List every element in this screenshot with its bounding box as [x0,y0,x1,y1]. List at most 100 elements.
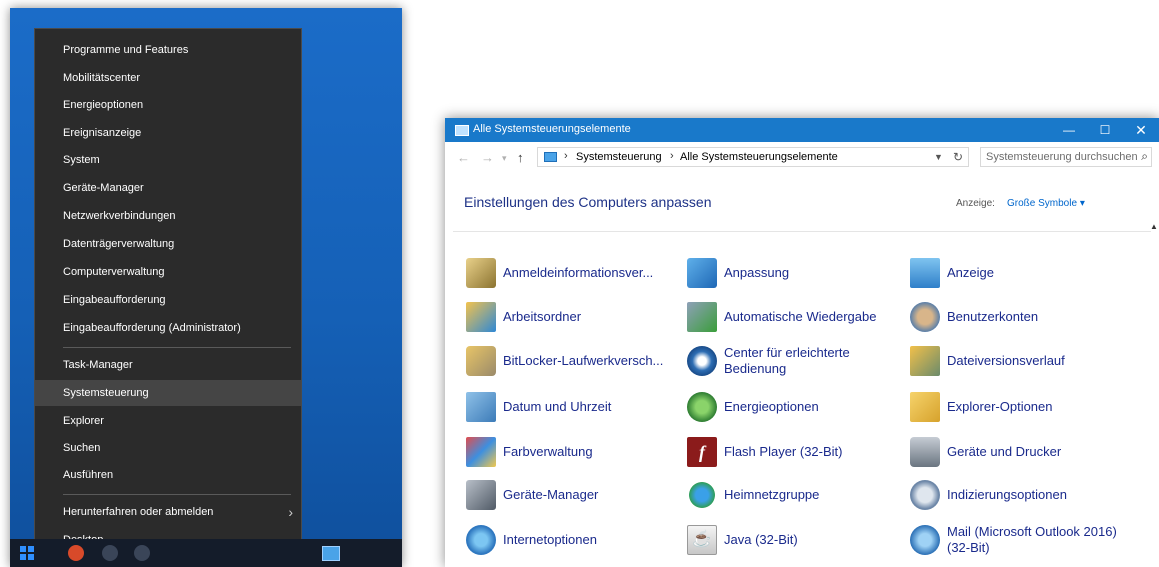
control-panel-item[interactable]: Indizierungsoptionen [910,476,1130,514]
scroll-up-arrow-icon[interactable]: ▲ [1149,222,1159,234]
control-panel-item[interactable]: Anpassung [687,254,907,292]
menu-item-device-manager[interactable]: Geräte-Manager [35,175,301,201]
control-panel-item[interactable]: Benutzerkonten [910,298,1130,336]
control-panel-item[interactable]: f Flash Player (32-Bit) [687,433,907,471]
control-panel-item-label: Geräte-Manager [503,487,599,502]
control-panel-item-label: Heimnetzgruppe [724,487,820,502]
control-panel-item[interactable]: Explorer-Optionen [910,388,1130,426]
breadcrumb-chevron-icon: › [564,150,568,162]
control-panel-item[interactable]: Automatische Wiedergabe [687,298,907,336]
menu-item-command-prompt-admin[interactable]: Eingabeaufforderung (Administrator) [35,315,301,341]
mail-icon [910,525,940,555]
menu-item-computer-management[interactable]: Computerverwaltung [35,259,301,285]
menu-item-command-prompt[interactable]: Eingabeaufforderung [35,287,301,313]
taskbar-app-icon[interactable] [134,545,150,561]
control-panel-item[interactable]: Geräte und Drucker [910,433,1130,471]
control-panel-item[interactable]: Anmeldeinformationsver... [466,254,686,292]
bitlocker-icon [466,346,496,376]
breadcrumb-control-panel[interactable]: Systemsteuerung [576,151,662,163]
menu-item-system[interactable]: System [35,147,301,173]
refresh-icon[interactable]: ↻ [953,150,963,164]
device-manager-icon [466,480,496,510]
window-title: Alle Systemsteuerungselemente [473,123,631,135]
ease-of-access-icon [687,346,717,376]
control-panel-item[interactable]: Heimnetzgruppe [687,476,907,514]
menu-item-network-connections[interactable]: Netzwerkverbindungen [35,203,301,229]
menu-item-power-options[interactable]: Energieoptionen [35,92,301,118]
personalization-icon [687,258,717,288]
back-arrow-icon[interactable]: ← [457,150,470,165]
menu-item-shutdown-signout[interactable]: Herunterfahren oder abmelden › [35,499,301,525]
address-field[interactable]: › Systemsteuerung › Alle Systemsteuerung… [537,147,969,167]
menu-item-task-manager[interactable]: Task-Manager [35,352,301,378]
control-panel-item[interactable]: BitLocker-Laufwerkversch... [466,342,686,380]
menu-item-mobility-center[interactable]: Mobilitätscenter [35,65,301,91]
up-arrow-icon[interactable]: ↑ [517,150,524,165]
work-folders-icon [466,302,496,332]
windows-start-icon[interactable] [20,546,34,560]
control-panel-item[interactable]: Center für erleichterte Bedienung [687,342,907,380]
indexing-options-icon [910,480,940,510]
menu-item-control-panel[interactable]: Systemsteuerung [35,380,301,406]
control-panel-item-label: Flash Player (32-Bit) [724,444,843,459]
menu-separator [63,347,291,348]
control-panel-item-label: Explorer-Optionen [947,399,1053,414]
control-panel-item[interactable]: Anzeige [910,254,1130,292]
taskbar-app-icon[interactable] [102,545,118,561]
menu-item-programs-features[interactable]: Programme und Features [35,37,301,63]
menu-item-search[interactable]: Suchen [35,435,301,461]
control-panel-item[interactable]: Geräte-Manager [466,476,686,514]
user-accounts-icon [910,302,940,332]
control-panel-item[interactable]: Dateiversionsverlauf [910,342,1130,380]
control-panel-item-label: Indizierungsoptionen [947,487,1067,502]
control-panel-item[interactable]: Arbeitsordner [466,298,686,336]
control-panel-item-label: Anmeldeinformationsver... [503,265,654,280]
control-panel-item-label: Internetoptionen [503,532,597,547]
date-time-icon [466,392,496,422]
control-panel-icon [455,125,469,136]
dropdown-arrow-icon: ▾ [1079,198,1085,209]
control-panel-item-label: Automatische Wiedergabe [724,309,877,324]
menu-item-explorer[interactable]: Explorer [35,408,301,434]
close-icon[interactable]: ✕ [1123,118,1159,142]
control-panel-item[interactable]: Energieoptionen [687,388,907,426]
menu-item-run[interactable]: Ausführen [35,462,301,488]
devices-printers-icon [910,437,940,467]
explorer-options-icon [910,392,940,422]
recent-dropdown-icon[interactable]: ▾ [502,153,507,164]
control-panel-item-label: Benutzerkonten [947,309,1039,324]
divider [453,231,1151,232]
breadcrumb-all-items[interactable]: Alle Systemsteuerungselemente [680,151,838,163]
control-panel-item-label: BitLocker-Laufwerkversch... [503,353,664,368]
control-panel-taskbar-icon[interactable] [322,546,340,561]
forward-arrow-icon[interactable]: → [481,150,494,165]
search-input[interactable]: Systemsteuerung durchsuchen ⌕ [980,147,1152,167]
search-placeholder: Systemsteuerung durchsuchen [986,151,1138,163]
control-panel-item[interactable]: Internetoptionen [466,521,686,559]
control-panel-item[interactable]: Mail (Microsoft Outlook 2016) (32-Bit) [910,521,1130,559]
control-panel-item[interactable]: Farbverwaltung [466,433,686,471]
control-panel-item-label: Anzeige [947,265,994,280]
address-dropdown-icon[interactable]: ▼ [934,152,943,162]
view-mode-dropdown[interactable]: Große Symbole ▾ [1007,198,1085,209]
control-panel-item[interactable]: ☕ Java (32-Bit) [687,521,907,559]
credential-manager-icon [466,258,496,288]
control-panel-icon [544,152,557,162]
flash-player-icon: f [687,437,717,467]
menu-item-disk-management[interactable]: Datenträgerverwaltung [35,231,301,257]
homegroup-icon [687,480,717,510]
control-panel-item-label: Dateiversionsverlauf [947,353,1065,368]
maximize-icon[interactable]: ☐ [1087,118,1123,142]
control-panel-item-label: Geräte und Drucker [947,444,1062,459]
power-options-icon [687,392,717,422]
menu-separator [63,494,291,495]
control-panel-item[interactable]: Datum und Uhrzeit [466,388,686,426]
file-history-icon [910,346,940,376]
search-icon[interactable]: ⌕ [1141,149,1148,164]
control-panel-item-label: Center für erleichterte Bedienung [724,345,850,376]
minimize-icon[interactable]: — [1051,118,1087,142]
address-bar: ← → ▾ ↑ › Systemsteuerung › Alle Systems… [445,142,1159,174]
taskbar-app-icon[interactable] [68,545,84,561]
autoplay-icon [687,302,717,332]
menu-item-event-viewer[interactable]: Ereignisanzeige [35,120,301,146]
